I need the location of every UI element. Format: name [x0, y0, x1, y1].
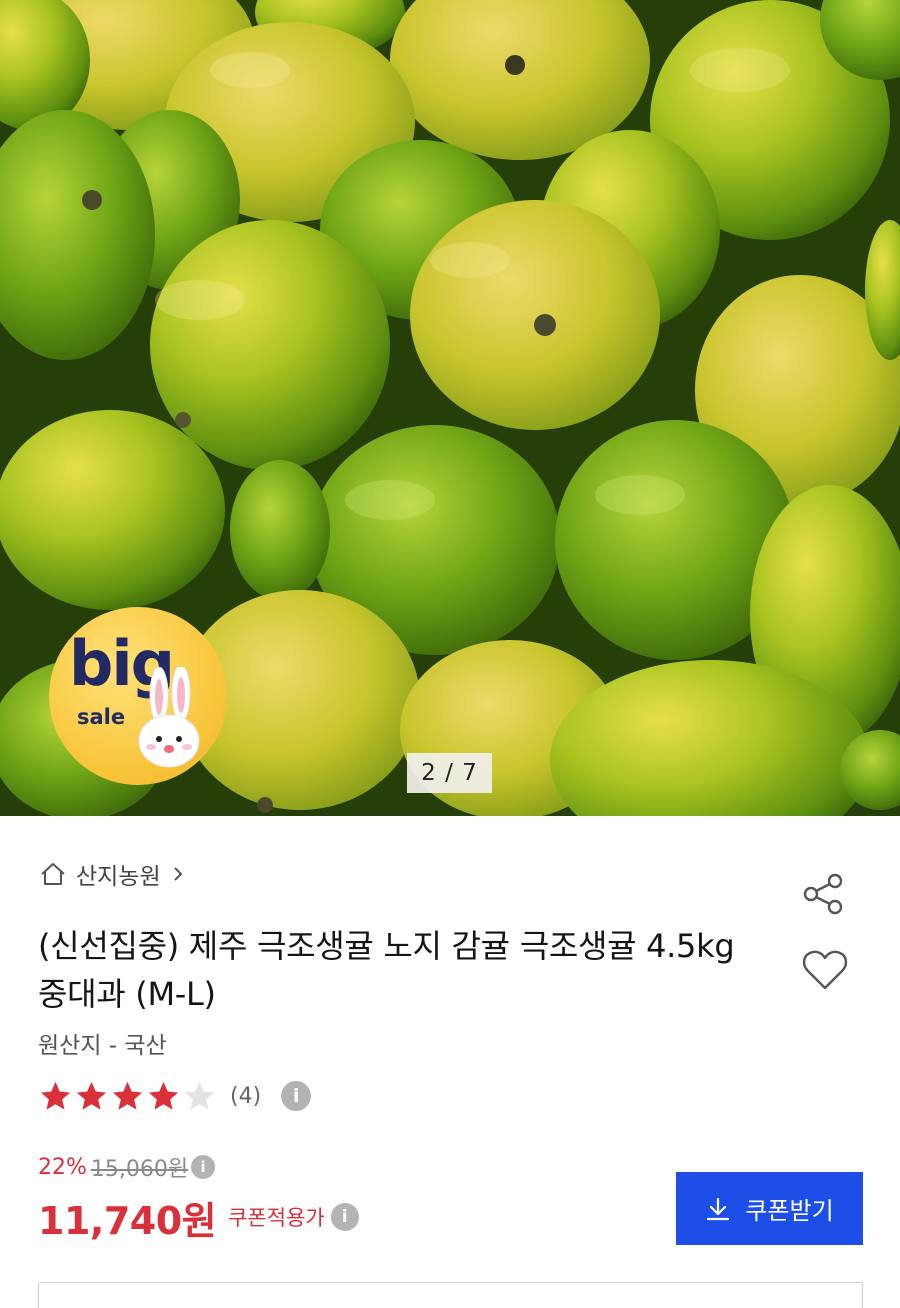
sale-price: 11,740원 — [38, 1198, 217, 1243]
discount-row: 22% 15,060원 i — [38, 1151, 216, 1183]
chevron-right-icon — [173, 867, 183, 881]
coupon-price-note: 쿠폰적용가 — [228, 1206, 325, 1230]
option-select-box[interactable] — [38, 1282, 863, 1308]
rating-stars — [38, 1079, 218, 1114]
product-origin: 원산지 - 국산 — [38, 1033, 167, 1059]
star-filled-icon — [76, 1081, 107, 1110]
rating-row[interactable]: (4) i — [38, 1076, 312, 1116]
home-icon — [41, 863, 65, 885]
price-info-icon[interactable]: i — [191, 1155, 216, 1179]
rabbit-icon — [138, 667, 200, 768]
product-title: (신선집중) 제주 극조생귤 노지 감귤 극조생귤 4.5kg 중대과 (M-L… — [38, 927, 735, 1013]
original-price: 15,060원 — [90, 1157, 189, 1182]
review-count[interactable]: (4) — [230, 1084, 261, 1109]
store-link[interactable]: 산지농원 — [38, 857, 185, 891]
coupon-button-label: 쿠폰받기 — [745, 1198, 834, 1225]
badge-sale-text: sale — [77, 705, 126, 729]
product-image-gallery[interactable]: big sale 2 / 7 — [0, 0, 900, 816]
coupon-info-icon[interactable]: i — [330, 1203, 359, 1231]
share-icon[interactable] — [799, 869, 849, 919]
star-filled-icon — [112, 1081, 143, 1110]
get-coupon-button[interactable]: 쿠폰받기 — [676, 1172, 863, 1245]
star-empty-icon — [184, 1081, 215, 1110]
star-filled-icon — [148, 1081, 179, 1110]
discount-rate: 22% — [38, 1154, 87, 1180]
rating-info-icon[interactable]: i — [281, 1081, 312, 1111]
heart-icon[interactable] — [800, 946, 850, 994]
big-sale-badge: big sale — [49, 607, 227, 785]
store-name: 산지농원 — [76, 864, 161, 890]
price-row: 11,740원 쿠폰적용가 i — [38, 1192, 359, 1243]
download-icon — [707, 1197, 730, 1220]
image-page-indicator: 2 / 7 — [407, 753, 492, 793]
star-filled-icon — [40, 1081, 71, 1110]
